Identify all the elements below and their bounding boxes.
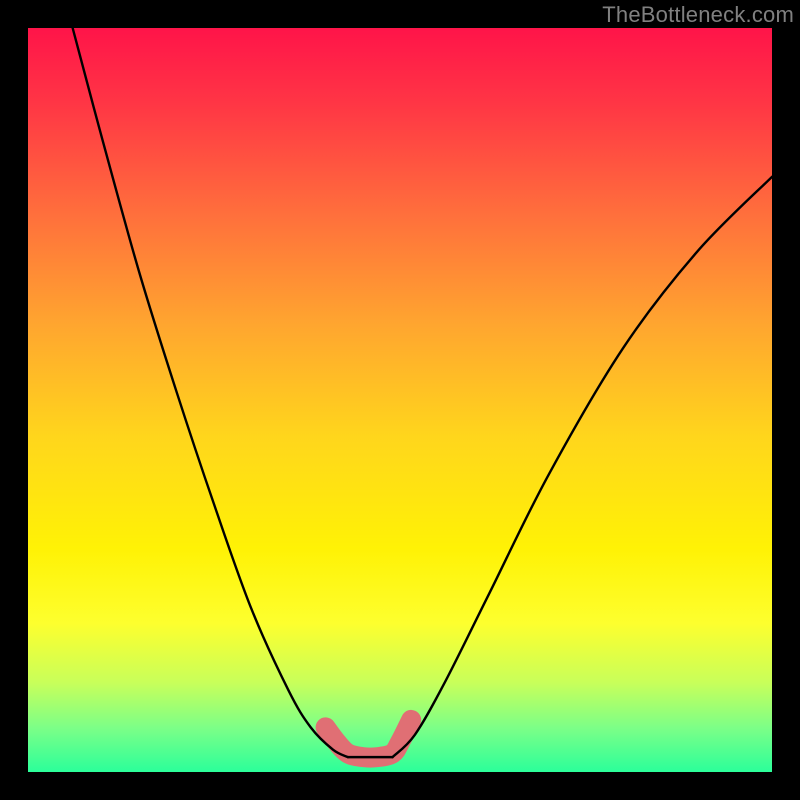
watermark-text: TheBottleneck.com bbox=[602, 2, 794, 28]
bottleneck-plot bbox=[0, 0, 800, 800]
heat-gradient-background bbox=[28, 28, 772, 772]
chart-canvas: TheBottleneck.com bbox=[0, 0, 800, 800]
